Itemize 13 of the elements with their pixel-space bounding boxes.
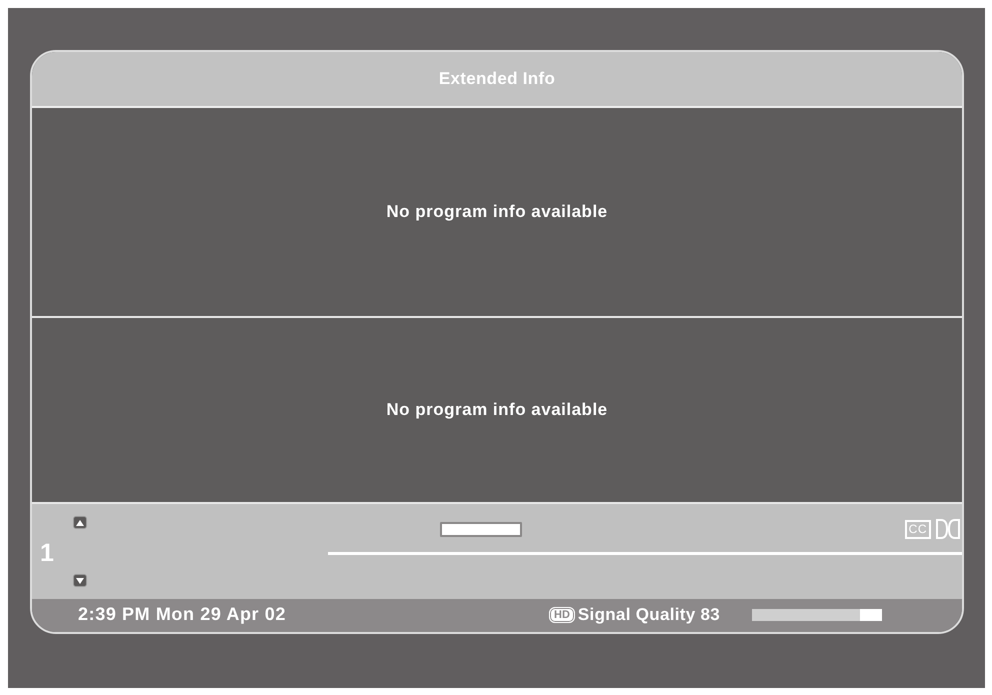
hd-indicator: HD xyxy=(549,606,575,622)
scroll-down-button[interactable] xyxy=(73,574,87,587)
info-message: No program info available xyxy=(386,202,608,222)
channel-number: 1 xyxy=(40,539,54,568)
info-message: No program info available xyxy=(386,400,608,420)
date-time: 2:39 PM Mon 29 Apr 02 xyxy=(78,604,286,625)
scroll-up-button[interactable] xyxy=(73,516,87,529)
double-d-icon xyxy=(936,519,960,539)
up-arrow-icon xyxy=(76,520,84,526)
window-title: Extended Info xyxy=(438,69,556,89)
signal-quality-label: Signal Quality 83 xyxy=(578,604,720,624)
down-arrow-icon xyxy=(76,578,84,584)
cc-indicator: CC xyxy=(904,520,931,538)
